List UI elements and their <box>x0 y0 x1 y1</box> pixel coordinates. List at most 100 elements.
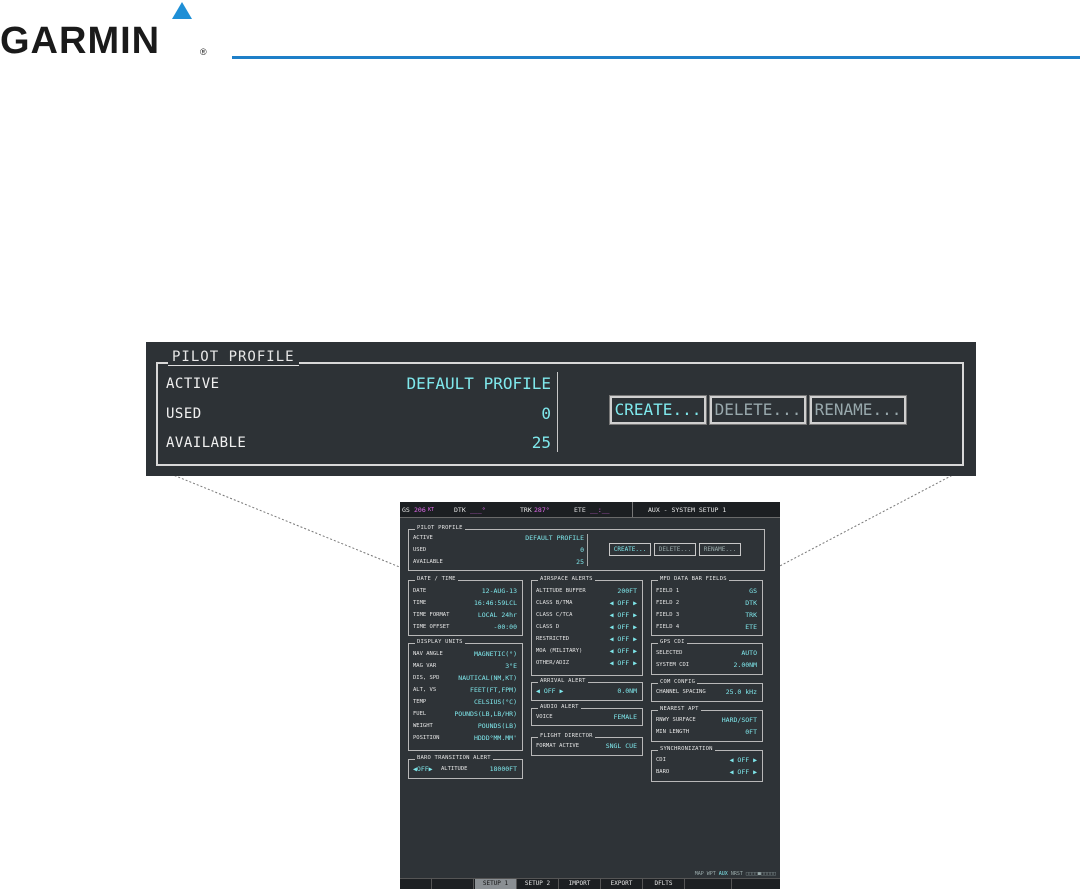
gs-value: 206 <box>414 506 426 514</box>
header-rule <box>232 56 1080 59</box>
page-title: AUX - SYSTEM SETUP 1 <box>648 506 727 514</box>
softkey-dflts[interactable]: DFLTS <box>643 879 685 889</box>
dtk-label: DTK <box>454 506 466 514</box>
display-units-box: DISPLAY UNITS NAV ANGLE MAGNETIC(°) MAG V… <box>408 639 523 751</box>
softkey-import[interactable]: IMPORT <box>559 879 601 889</box>
softkey-export[interactable]: EXPORT <box>601 879 643 889</box>
date-row[interactable]: DATE 12-AUG-13 <box>413 587 517 596</box>
navigation-status-bar: GS 206 KT DTK ___° TRK 287° ETE __:__ AU… <box>400 502 780 518</box>
softkey-bar: SETUP 1 SETUP 2 IMPORT EXPORT DFLTS <box>400 878 780 889</box>
min-length-row[interactable]: MIN LENGTH 0FT <box>656 728 757 737</box>
field-row[interactable]: FIELD 1 GS <box>656 587 757 596</box>
active-value[interactable]: DEFAULT PROFILE <box>407 374 552 393</box>
sync-baro-row[interactable]: BARO ◀ OFF ▶ <box>656 768 757 777</box>
baro-transition-box: BARO TRANSITION ALERT ◀OFF▶ ALTITUDE 180… <box>408 755 523 779</box>
unit-row[interactable]: WEIGHT POUNDS(LB) <box>413 722 517 731</box>
format-active-row[interactable]: FORMAT ACTIVE SNGL CUE <box>536 742 637 751</box>
field-row[interactable]: FIELD 2 DTK <box>656 599 757 608</box>
runway-surface-row[interactable]: RNWY SURFACE HARD/SOFT <box>656 716 757 725</box>
softkey-8[interactable] <box>685 879 732 889</box>
profile-active-row[interactable]: ACTIVE DEFAULT PROFILE <box>413 534 584 543</box>
softkey-2[interactable] <box>432 879 474 889</box>
page-group-indicator: MAP WPT AUX NRST □□□□■□□□□□ <box>694 871 776 877</box>
mfd-data-bar-box: MFD DATA BAR FIELDS FIELD 1 GS FIELD 2 DTK… <box>651 576 763 636</box>
audio-alert-box: AUDIO ALERT VOICE FEMALE <box>531 704 643 726</box>
unit-row[interactable]: ALT, VS FEET(FT,FPM) <box>413 686 517 695</box>
create-button[interactable]: CREATE... <box>609 395 707 425</box>
field-row[interactable]: FIELD 3 TRK <box>656 611 757 620</box>
profile-used-row: USED 0 <box>413 546 584 554</box>
delete-button-small[interactable]: DELETE... <box>654 543 696 556</box>
field-row[interactable]: FIELD 4 ETE <box>656 623 757 632</box>
gps-cdi-box: GPS CDI SELECTED AUTO SYSTEM CDI 2.00NM <box>651 639 763 675</box>
ete-value: __:__ <box>590 506 610 514</box>
unit-row[interactable]: NAV ANGLE MAGNETIC(°) <box>413 650 517 659</box>
mfd-screen: GS 206 KT DTK ___° TRK 287° ETE __:__ AU… <box>400 502 780 889</box>
airspace-row[interactable]: OTHER/ADIZ ◀ OFF ▶ <box>536 659 637 668</box>
arrival-alert-legend: ARRIVAL ALERT <box>538 678 588 684</box>
softkey-9[interactable] <box>732 879 780 889</box>
airspace-row[interactable]: MOA (MILITARY) ◀ OFF ▶ <box>536 647 637 656</box>
audio-alert-legend: AUDIO ALERT <box>538 704 581 710</box>
system-cdi-row: SYSTEM CDI 2.00NM <box>656 661 757 669</box>
create-button-small[interactable]: CREATE... <box>609 543 651 556</box>
softkey-1[interactable] <box>400 879 432 889</box>
trk-value: 287° <box>534 506 550 514</box>
dtk-value: ___° <box>470 506 486 514</box>
airspace-row[interactable]: RESTRICTED ◀ OFF ▶ <box>536 635 637 644</box>
airspace-row[interactable]: ALTITUDE BUFFER 200FT <box>536 587 637 596</box>
logo-triangle-icon <box>172 2 192 19</box>
rename-button[interactable]: RENAME... <box>809 395 907 425</box>
unit-row[interactable]: TEMP CELSIUS(°C) <box>413 698 517 707</box>
time-offset-row[interactable]: TIME OFFSET -00:00 <box>413 623 517 632</box>
used-value: 0 <box>541 404 551 423</box>
cdi-selected-row[interactable]: SELECTED AUTO <box>656 649 757 658</box>
baro-transition-row[interactable]: ◀OFF▶ ALTITUDE 18000FT <box>413 765 517 774</box>
profile-available-row: AVAILABLE 25 <box>413 558 584 566</box>
airspace-row[interactable]: CLASS D ◀ OFF ▶ <box>536 623 637 632</box>
channel-spacing-row[interactable]: CHANNEL SPACING 25.0 kHz <box>656 688 757 697</box>
delete-button[interactable]: DELETE... <box>709 395 807 425</box>
display-units-legend: DISPLAY UNITS <box>415 639 465 645</box>
unit-row[interactable]: FUEL POUNDS(LB,LB/HR) <box>413 710 517 719</box>
gs-label: GS <box>402 506 410 514</box>
com-config-legend: COM CONFIG <box>658 679 698 685</box>
unit-row[interactable]: DIS, SPD NAUTICAL(NM,KT) <box>413 674 517 683</box>
gs-unit: KT <box>428 507 435 513</box>
pilot-profile-zoom-panel: PILOT PROFILE ACTIVE DEFAULT PROFILE USE… <box>146 342 976 476</box>
airspace-row[interactable]: CLASS B/TMA ◀ OFF ▶ <box>536 599 637 608</box>
sync-cdi-row[interactable]: CDI ◀ OFF ▶ <box>656 756 757 765</box>
unit-row[interactable]: MAG VAR 3°E <box>413 662 517 671</box>
synchronization-box: SYNCHRONIZATION CDI ◀ OFF ▶ BARO ◀ OFF ▶ <box>651 746 763 782</box>
date-time-legend: DATE / TIME <box>415 576 458 582</box>
flight-director-box: FLIGHT DIRECTOR FORMAT ACTIVE SNGL CUE <box>531 733 643 756</box>
softkey-setup-2[interactable]: SETUP 2 <box>517 879 559 889</box>
nearest-apt-box: NEAREST APT RNWY SURFACE HARD/SOFT MIN LE… <box>651 706 763 742</box>
airspace-alerts-box: AIRSPACE ALERTS ALTITUDE BUFFER 200FT CLA… <box>531 576 643 676</box>
date-time-box: DATE / TIME DATE 12-AUG-13 TIME 16:46:59LC… <box>408 576 523 636</box>
mfd-data-bar-legend: MFD DATA BAR FIELDS <box>658 576 729 582</box>
unit-row[interactable]: POSITION HDDD°MM.MM' <box>413 734 517 743</box>
active-label: ACTIVE <box>166 376 220 392</box>
used-label: USED <box>166 406 202 422</box>
flight-director-legend: FLIGHT DIRECTOR <box>538 733 595 739</box>
softkey-setup-1[interactable]: SETUP 1 <box>475 879 517 889</box>
gps-cdi-legend: GPS CDI <box>658 639 687 645</box>
available-label: AVAILABLE <box>166 435 247 451</box>
rename-button-small[interactable]: RENAME... <box>699 543 741 556</box>
profile-divider <box>557 372 558 452</box>
com-config-box: COM CONFIG CHANNEL SPACING 25.0 kHz <box>651 679 763 702</box>
arrival-alert-row[interactable]: ◀ OFF ▶ 0.0NM <box>536 687 637 696</box>
ete-label: ETE <box>574 506 586 514</box>
arrival-alert-box: ARRIVAL ALERT ◀ OFF ▶ 0.0NM <box>531 678 643 701</box>
pilot-profile-legend: PILOT PROFILE <box>168 349 299 366</box>
baro-transition-legend: BARO TRANSITION ALERT <box>415 755 493 761</box>
airspace-row[interactable]: CLASS C/TCA ◀ OFF ▶ <box>536 611 637 620</box>
time-format-row[interactable]: TIME FORMAT LOCAL 24hr <box>413 611 517 620</box>
available-value: 25 <box>531 433 551 452</box>
time-row: TIME 16:46:59LCL <box>413 599 517 607</box>
voice-row[interactable]: VOICE FEMALE <box>536 713 637 722</box>
synchronization-legend: SYNCHRONIZATION <box>658 746 715 752</box>
registered-mark: ® <box>200 47 207 57</box>
trk-label: TRK <box>520 506 532 514</box>
